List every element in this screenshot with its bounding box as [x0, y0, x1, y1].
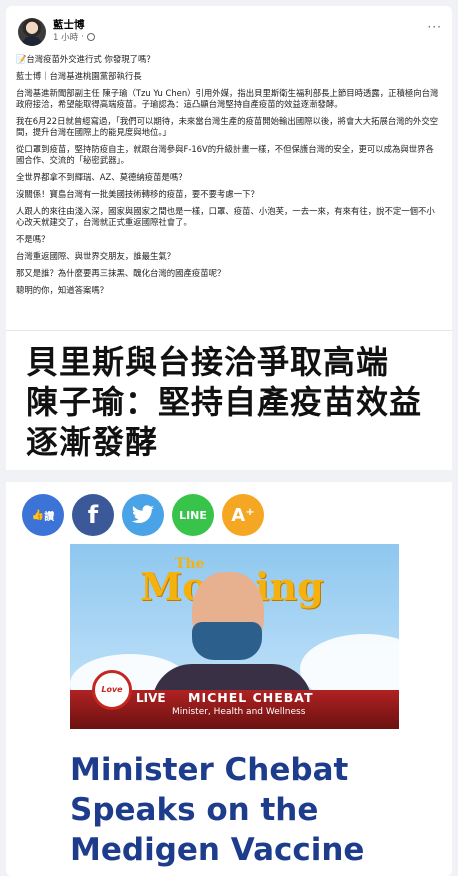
like-share-button[interactable]: 👍 讚 — [22, 494, 64, 536]
facebook-icon: f — [87, 501, 99, 529]
station-logo: Love — [92, 670, 132, 710]
facebook-share-button[interactable]: f — [72, 494, 114, 536]
post-time[interactable]: 1 小時 — [53, 31, 78, 43]
post-paragraph: 從口罩到疫苗，堅持防疫自主，就跟台灣參與F-16V的升級計畫一樣，不但保護台灣的… — [16, 144, 434, 165]
more-options-icon[interactable]: ··· — [428, 20, 442, 34]
like-label: 讚 — [44, 511, 55, 523]
separator-dot: · — [81, 32, 84, 42]
globe-icon — [86, 33, 95, 41]
post-meta: 1 小時 · — [53, 31, 95, 43]
line-share-button[interactable]: LINE — [172, 494, 214, 536]
line-icon: LINE — [179, 508, 207, 522]
author-avatar[interactable] — [18, 18, 46, 46]
headline-banner-image[interactable]: 貝里斯與台接洽爭取高端 陳子瑜：堅持自產疫苗效益 逐漸發酵 — [6, 330, 452, 471]
live-label: LIVE — [136, 691, 166, 705]
post-header: 藍士博 1 小時 · ··· — [6, 6, 452, 50]
video-thumbnail[interactable]: The Morning Love LIVE MICHEL CHEBAT Mini… — [70, 544, 399, 729]
a-plus-share-button[interactable]: A⁺ — [222, 494, 264, 536]
thumbs-up-icon: 👍 — [31, 509, 45, 521]
a-plus-icon: A⁺ — [231, 504, 255, 526]
post-paragraph: 台灣基進新聞部副主任 陳子瑜（Tzu Yu Chen）引用外媒，指出貝里斯衛生福… — [16, 88, 439, 109]
author-name[interactable]: 藍士博 — [53, 17, 85, 32]
face-mask — [192, 622, 262, 660]
twitter-share-button[interactable] — [122, 494, 164, 536]
post-text: 📝台灣疫苗外交進行式 你發現了嗎？ 藍士博｜台灣基進桃園黨部執行長 台灣基進新聞… — [16, 54, 442, 302]
guest-title: Minister, Health and Wellness — [172, 707, 306, 717]
guest-name: MICHEL CHEBAT — [188, 690, 314, 705]
facebook-post-card: 藍士博 1 小時 · ··· 📝台灣疫苗外交進行式 你發現了嗎？ 藍士博｜台灣基… — [6, 6, 452, 876]
post-paragraph: 不是嗎？ — [16, 234, 50, 244]
article-title[interactable]: Minister Chebat Speaks on the Medigen Va… — [70, 750, 390, 870]
post-paragraph: 沒關係！寶島台灣有一批美國技術轉移的疫苗，要不要考慮一下？ — [16, 189, 259, 199]
share-buttons-row: 👍 讚 f LINE A⁺ — [22, 494, 264, 538]
post-paragraph: 人跟人的來往由淺入深，國家與國家之間也是一樣，口罩、疫苗、小泡芙，一去一來，有來… — [16, 206, 435, 227]
post-paragraph: 台灣重返國際、與世界交朋友，誰最生氣？ — [16, 251, 176, 261]
banner-line-3: 逐漸發酵 — [26, 423, 159, 461]
post-paragraph: 我在6月22日就曾經寫過，「我們可以期待，未來當台灣生產的疫苗開始輸出國際以後，… — [16, 116, 439, 137]
post-paragraph: 全世界都拿不到輝瑞、AZ、莫德納疫苗是嗎？ — [16, 172, 187, 182]
twitter-bird-icon — [132, 505, 154, 523]
post-paragraph: 聰明的你，知道答案嗎？ — [16, 285, 109, 295]
image-divider — [6, 470, 452, 482]
post-paragraph: 藍士博｜台灣基進桃園黨部執行長 — [16, 71, 142, 81]
post-paragraph: 那又是誰？為什麼要再三抹黑、醜化台灣的國產疫苗呢？ — [16, 268, 226, 278]
post-paragraph: 📝台灣疫苗外交進行式 你發現了嗎？ — [16, 54, 155, 64]
